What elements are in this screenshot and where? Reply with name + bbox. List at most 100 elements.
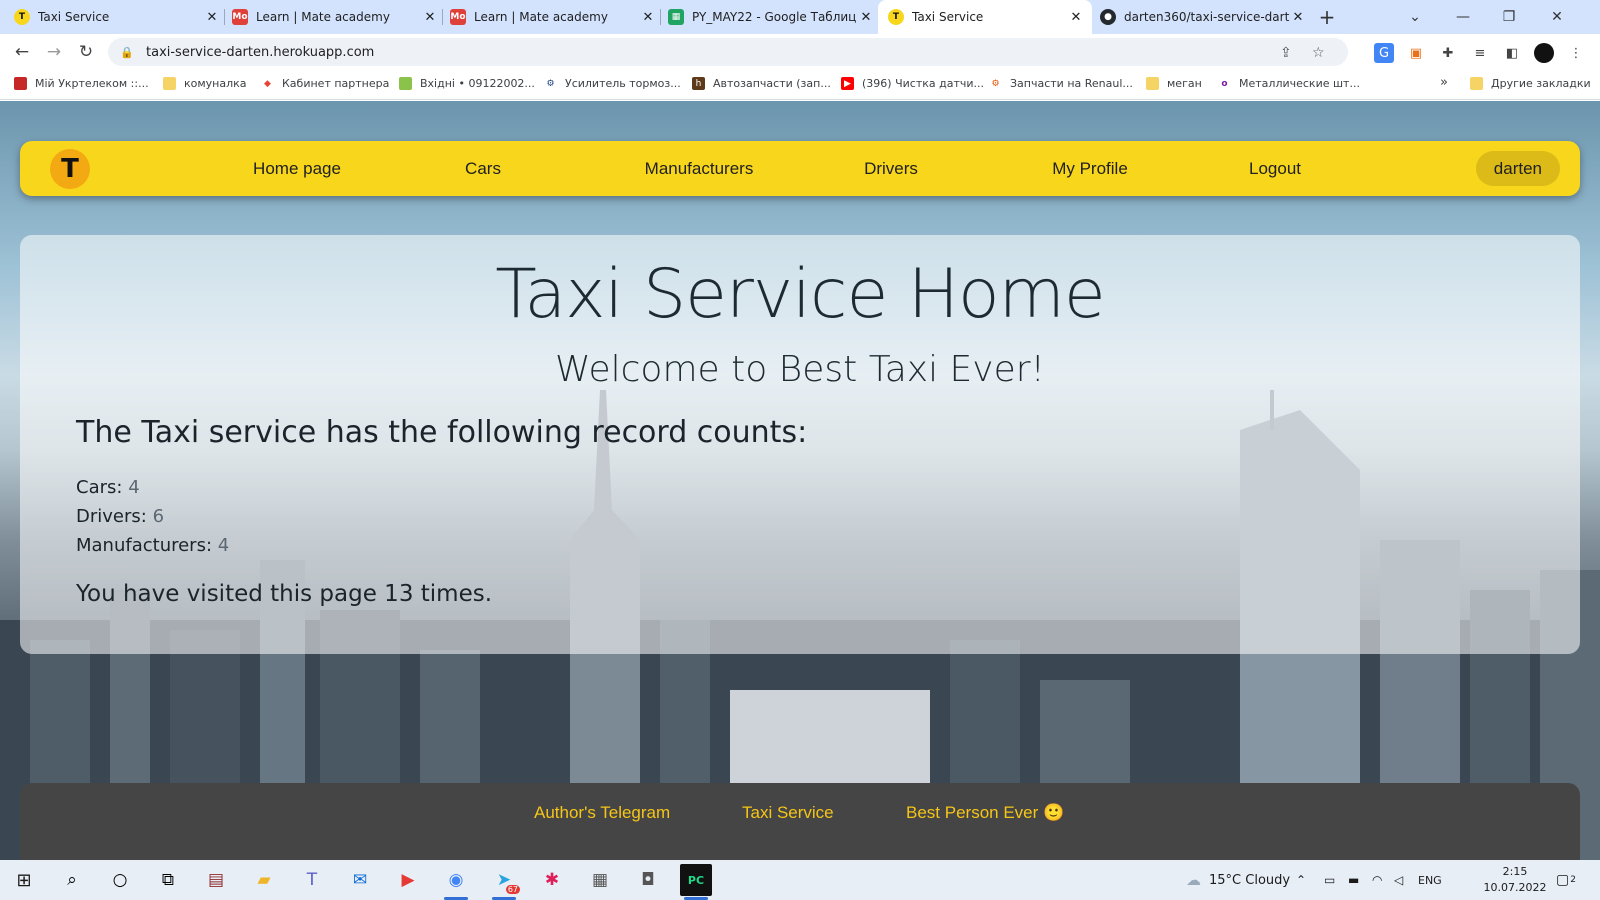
browser-tab[interactable]: ● darten360/taxi-service-darten ✕: [1100, 0, 1306, 34]
bookmark-item[interactable]: o Металлические шт...: [1218, 77, 1360, 90]
bookmark-item[interactable]: ▶ (396) Чистка датчи...: [841, 77, 984, 90]
bookmark-item[interactable]: h Автозапчасти (зап...: [692, 77, 831, 90]
volume-icon[interactable]: ◁: [1394, 860, 1403, 900]
task-view-icon[interactable]: ⧉: [152, 864, 184, 896]
meet-now-icon[interactable]: ▭: [1324, 860, 1335, 900]
chrome-icon[interactable]: ◉: [440, 864, 472, 900]
bookmark-item[interactable]: ⚙ Запчасти на Renaul...: [989, 77, 1132, 90]
close-tab-icon[interactable]: ✕: [640, 10, 656, 25]
record-counts-heading: The Taxi service has the following recor…: [76, 415, 808, 450]
close-tab-icon[interactable]: ✕: [1290, 10, 1306, 25]
nav-link-my-profile[interactable]: My Profile: [1020, 141, 1160, 196]
page-title: Taxi Service Home: [495, 255, 1105, 334]
bookmark-label: Вхідні • 09122002...: [420, 77, 535, 90]
tab-title: darten360/taxi-service-darten: [1124, 10, 1290, 24]
bookmark-label: Металлические шт...: [1239, 77, 1360, 90]
minimize-icon[interactable]: —: [1440, 0, 1486, 34]
footer-link-best-person[interactable]: Best Person Ever 🙂: [906, 803, 1064, 823]
bookmark-item[interactable]: меган: [1146, 77, 1202, 90]
address-bar[interactable]: 🔒 taxi-service-darten.herokuapp.com ⇪ ☆: [108, 38, 1348, 66]
browser-tab[interactable]: Mo Learn | Mate academy ✕: [232, 0, 438, 34]
calculator-icon[interactable]: ▦: [584, 864, 616, 896]
github-favicon-icon: ●: [1100, 9, 1116, 25]
bookmark-item[interactable]: ◆ Кабинет партнера: [261, 77, 389, 90]
cloud-icon: ☁: [1186, 871, 1201, 889]
restore-icon[interactable]: ❐: [1486, 0, 1532, 34]
bookmark-label: меган: [1167, 77, 1202, 90]
search-icon[interactable]: ⌕: [56, 864, 88, 896]
weather-widget[interactable]: ☁ 15°C Cloudy: [1186, 860, 1290, 900]
site-footer: Author's Telegram Taxi Service Best Pers…: [20, 783, 1580, 860]
side-panel-icon[interactable]: ◧: [1502, 43, 1522, 63]
nav-link-cars[interactable]: Cars: [438, 141, 528, 196]
forward-arrow-icon[interactable]: →: [42, 40, 66, 64]
media-control-icon[interactable]: ≡: [1470, 43, 1490, 63]
tab-title: Learn | Mate academy: [474, 10, 608, 24]
bookmark-star-icon[interactable]: ☆: [1312, 45, 1325, 61]
media-player-icon[interactable]: ▶: [392, 864, 424, 896]
browser-tab-strip: T Taxi Service ✕ Mo Learn | Mate academy…: [0, 0, 1600, 34]
nav-link-drivers[interactable]: Drivers: [836, 141, 946, 196]
mail-icon[interactable]: ✉: [344, 864, 376, 896]
winrar-icon[interactable]: ▤: [200, 864, 232, 896]
wifi-icon[interactable]: ◠: [1372, 860, 1382, 900]
nav-link-home[interactable]: Home page: [222, 141, 372, 196]
tab-search-icon[interactable]: ⌄: [1392, 0, 1438, 34]
bookmark-item[interactable]: Мій Укртелеком ::...: [14, 77, 149, 90]
partner-diamond-icon: ◆: [264, 78, 271, 89]
browser-tab[interactable]: ▦ PY_MAY22 - Google Таблиц ✕: [668, 0, 874, 34]
bookmarks-overflow-button[interactable]: »: [1440, 75, 1448, 90]
username-badge[interactable]: darten: [1475, 151, 1560, 186]
browser-tab-active[interactable]: T Taxi Service ✕: [878, 0, 1092, 34]
new-tab-button[interactable]: +: [1312, 0, 1342, 34]
bookmark-label: Мій Укртелеком ::...: [35, 77, 149, 90]
bookmarks-bar: Мій Укртелеком ::... комуналка ◆ Кабинет …: [0, 70, 1600, 100]
pycharm-icon[interactable]: PC: [680, 864, 712, 900]
bookmark-item[interactable]: ⚙ Усилитель тормоз...: [544, 77, 680, 90]
close-tab-icon[interactable]: ✕: [1068, 10, 1084, 25]
telegram-icon[interactable]: ➤ 67: [488, 864, 520, 900]
browser-tab[interactable]: Mo Learn | Mate academy ✕: [450, 0, 656, 34]
profile-avatar[interactable]: [1534, 43, 1554, 63]
browser-tab[interactable]: T Taxi Service ✕: [14, 0, 220, 34]
close-tab-icon[interactable]: ✕: [422, 10, 438, 25]
camera-icon[interactable]: ◘: [632, 864, 664, 896]
back-arrow-icon[interactable]: ←: [10, 40, 34, 64]
windows-start-icon[interactable]: ⊞: [8, 864, 40, 896]
extensions-puzzle-icon[interactable]: ✚: [1438, 43, 1458, 63]
bookmark-item[interactable]: комуналка: [163, 77, 247, 90]
teams-icon[interactable]: T: [296, 864, 328, 896]
close-window-icon[interactable]: ✕: [1534, 0, 1580, 34]
system-clock[interactable]: 2:15 10.07.2022: [1480, 864, 1550, 896]
nav-link-logout[interactable]: Logout: [1220, 141, 1330, 196]
reload-icon[interactable]: ↻: [74, 40, 98, 64]
overflow-chevron-icon: »: [1440, 75, 1448, 90]
bookmark-item[interactable]: Вхідні • 09122002...: [399, 77, 535, 90]
share-icon[interactable]: ⇪: [1280, 45, 1292, 61]
other-bookmarks-folder[interactable]: Другие закладки: [1470, 77, 1591, 90]
count-value: 6: [152, 506, 165, 527]
tray-overflow-icon[interactable]: ⌃: [1296, 860, 1306, 900]
translate-extension-icon[interactable]: G: [1374, 43, 1394, 63]
count-cars: Cars: 4: [76, 477, 140, 498]
footer-link-taxi-service[interactable]: Taxi Service: [742, 803, 834, 823]
ukrtelecom-icon: [14, 77, 27, 90]
browser-menu-icon[interactable]: ⋮: [1566, 43, 1586, 63]
tab-title: Taxi Service: [912, 10, 984, 24]
page-subtitle: Welcome to Best Taxi Ever!: [554, 349, 1045, 390]
cortana-circle-icon[interactable]: ○: [104, 864, 136, 896]
footer-link-telegram[interactable]: Author's Telegram: [534, 803, 670, 823]
slack-icon[interactable]: ✱: [536, 864, 568, 896]
close-tab-icon[interactable]: ✕: [858, 10, 874, 25]
language-indicator[interactable]: ENG: [1418, 860, 1442, 900]
count-value: 4: [128, 477, 140, 498]
bookmark-label: комуналка: [184, 77, 247, 90]
nav-link-manufacturers[interactable]: Manufacturers: [614, 141, 784, 196]
address-url[interactable]: taxi-service-darten.herokuapp.com: [146, 45, 374, 60]
notifications-icon[interactable]: ▢ 2: [1556, 860, 1576, 900]
close-tab-icon[interactable]: ✕: [204, 10, 220, 25]
screenshot-extension-icon[interactable]: ▣: [1406, 43, 1426, 63]
file-explorer-icon[interactable]: ▰: [248, 864, 280, 896]
taxi-logo-icon[interactable]: T: [50, 149, 90, 189]
battery-icon[interactable]: ▬: [1348, 860, 1359, 900]
